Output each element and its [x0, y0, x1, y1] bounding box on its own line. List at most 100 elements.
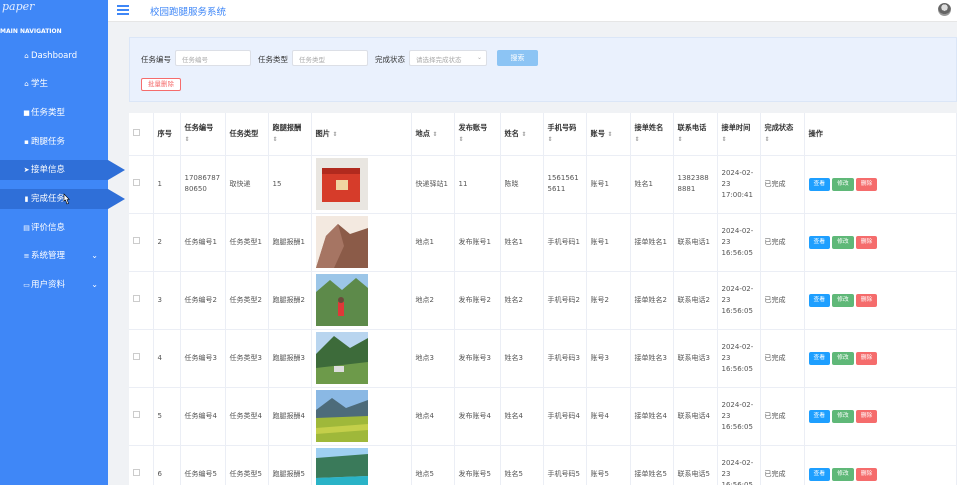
- header-cell[interactable]: 账号 ⇕: [586, 113, 631, 156]
- task-type-input[interactable]: 任务类型: [292, 50, 368, 66]
- view-button[interactable]: 查看: [808, 467, 831, 481]
- search-button[interactable]: 搜索: [497, 50, 538, 66]
- cell-account: 账号5: [586, 445, 631, 485]
- sidebar-item-profile[interactable]: ▭用户资料 ⌄: [0, 275, 108, 295]
- bank-icon: ⌂: [24, 80, 29, 88]
- batch-delete-button[interactable]: 批量删除: [141, 78, 181, 91]
- row-checkbox[interactable]: [129, 213, 154, 272]
- sidebar-item-system[interactable]: ≡ 系统管理 ⌄: [0, 246, 108, 266]
- sort-icon: ⇕: [721, 136, 727, 144]
- table-row: 6 任务编号5 任务类型5 跑腿报酬5 地点5 发布账号5 姓名5 手机号码5 账号5 接单姓名5…: [129, 445, 957, 485]
- sort-icon: ⇕: [677, 136, 683, 144]
- cell-phone: 手机号码3: [543, 329, 587, 388]
- cell-actions: 查看 修改 删除: [804, 271, 957, 330]
- header-cell[interactable]: 跑腿报酬 ⇕: [268, 113, 312, 156]
- header-cell[interactable]: 地点 ⇕: [411, 113, 455, 156]
- bar-chart-icon: ▮: [24, 195, 29, 203]
- delete-button[interactable]: 删除: [855, 235, 878, 249]
- cell-reward: 跑腿报酬4: [268, 387, 312, 446]
- sidebar-item-errand-tasks[interactable]: ▪ 跑腿任务: [0, 132, 108, 152]
- sort-icon: ⇕: [547, 136, 553, 144]
- menu-toggle-icon[interactable]: [117, 5, 129, 15]
- cell-reward: 跑腿报酬3: [268, 329, 312, 388]
- edit-button[interactable]: 修改: [832, 409, 854, 423]
- cell-task-type: 任务类型1: [225, 213, 269, 272]
- cell-index: 2: [153, 213, 181, 272]
- cell-image: [311, 445, 412, 485]
- task-no-label: 任务编号: [141, 55, 171, 64]
- header-cell[interactable]: 联系电话 ⇕: [673, 113, 718, 156]
- row-checkbox[interactable]: [129, 445, 154, 485]
- view-button[interactable]: 查看: [808, 177, 831, 191]
- task-no-input[interactable]: 任务编号: [175, 50, 251, 66]
- header-cell[interactable]: 接单时间 ⇕: [717, 113, 761, 156]
- view-button[interactable]: 查看: [808, 351, 831, 365]
- sort-icon: ⇕: [272, 136, 278, 144]
- view-button[interactable]: 查看: [808, 409, 831, 423]
- cell-account: 账号1: [586, 155, 631, 214]
- row-checkbox[interactable]: [129, 155, 154, 214]
- document-icon: ▤: [23, 224, 30, 232]
- task-image: [315, 390, 368, 442]
- status-label: 完成状态: [375, 55, 405, 64]
- home-icon: ⌂: [24, 52, 29, 60]
- cell-image: [311, 387, 412, 446]
- edit-button[interactable]: 修改: [832, 351, 854, 365]
- task-image: [315, 216, 368, 268]
- sidebar-item-orders[interactable]: ➤ 接单信息: [0, 160, 125, 180]
- header-cell[interactable]: 接单姓名 ⇕: [630, 113, 674, 156]
- cell-actions: 查看 修改 删除: [804, 213, 957, 272]
- view-button[interactable]: 查看: [808, 293, 831, 307]
- delete-button[interactable]: 删除: [855, 293, 878, 307]
- cell-name: 姓名3: [500, 329, 544, 388]
- sidebar-item-students[interactable]: ⌂ 学生: [0, 74, 108, 94]
- cell-task-no: 任务编号3: [180, 329, 226, 388]
- header-cell[interactable]: 手机号码 ⇕: [543, 113, 587, 156]
- header-cell[interactable]: 完成状态 ⇕: [760, 113, 805, 156]
- delete-button[interactable]: 删除: [855, 409, 878, 423]
- cell-status: 已完成: [760, 271, 805, 330]
- delete-button[interactable]: 删除: [855, 351, 878, 365]
- sidebar-item-dashboard[interactable]: ⌂ Dashboard: [0, 46, 108, 66]
- row-checkbox[interactable]: [129, 271, 154, 330]
- header-cell[interactable]: 姓名 ⇕: [500, 113, 544, 156]
- task-image: [315, 448, 368, 485]
- cell-reward: 跑腿报酬5: [268, 445, 312, 485]
- edit-button[interactable]: 修改: [832, 235, 854, 249]
- cell-time: 2024-02-23 16:56:05: [717, 329, 761, 388]
- header-cell[interactable]: 图片 ⇕: [311, 113, 412, 156]
- sidebar-item-task-types[interactable]: ■任务类型: [0, 103, 108, 123]
- edit-button[interactable]: 修改: [832, 467, 854, 481]
- cell-taker-name: 接单姓名5: [630, 445, 674, 485]
- header-cell[interactable]: 发布账号 ⇕: [454, 113, 501, 156]
- cell-time: 2024-02-23 16:56:05: [717, 387, 761, 446]
- cell-task-type: 任务类型4: [225, 387, 269, 446]
- cell-taker-name: 接单姓名2: [630, 271, 674, 330]
- cell-image: [311, 271, 412, 330]
- chevron-down-icon: ⌄: [91, 251, 98, 260]
- row-checkbox[interactable]: [129, 387, 154, 446]
- sort-icon: ⇕: [521, 130, 527, 138]
- status-select[interactable]: 请选择完成状态 ⌄: [409, 50, 487, 66]
- edit-button[interactable]: 修改: [832, 293, 854, 307]
- avatar[interactable]: [938, 3, 951, 16]
- select-all-checkbox[interactable]: [129, 113, 154, 156]
- search-panel: 任务编号 任务编号 任务类型 任务类型 完成状态 请选择完成状态 ⌄ 搜索 批量删…: [129, 37, 957, 102]
- delete-button[interactable]: 删除: [855, 467, 878, 481]
- cell-reward: 15: [268, 155, 312, 214]
- cell-task-type: 取快递: [225, 155, 269, 214]
- header-cell: 任务类型: [225, 113, 269, 156]
- row-checkbox[interactable]: [129, 329, 154, 388]
- edit-button[interactable]: 修改: [832, 177, 854, 191]
- cell-location: 地点1: [411, 213, 455, 272]
- cell-index: 6: [153, 445, 181, 485]
- chevron-down-icon: ⌄: [91, 280, 98, 289]
- cell-phone: 15615615611: [543, 155, 587, 214]
- sidebar-item-reviews[interactable]: ▤评价信息: [0, 218, 108, 238]
- cell-location: 地点3: [411, 329, 455, 388]
- view-button[interactable]: 查看: [808, 235, 831, 249]
- cell-contact: 联系电话4: [673, 387, 718, 446]
- header-cell[interactable]: 任务编号 ⇕: [180, 113, 226, 156]
- delete-button[interactable]: 删除: [855, 177, 878, 191]
- cell-actions: 查看 修改 删除: [804, 387, 957, 446]
